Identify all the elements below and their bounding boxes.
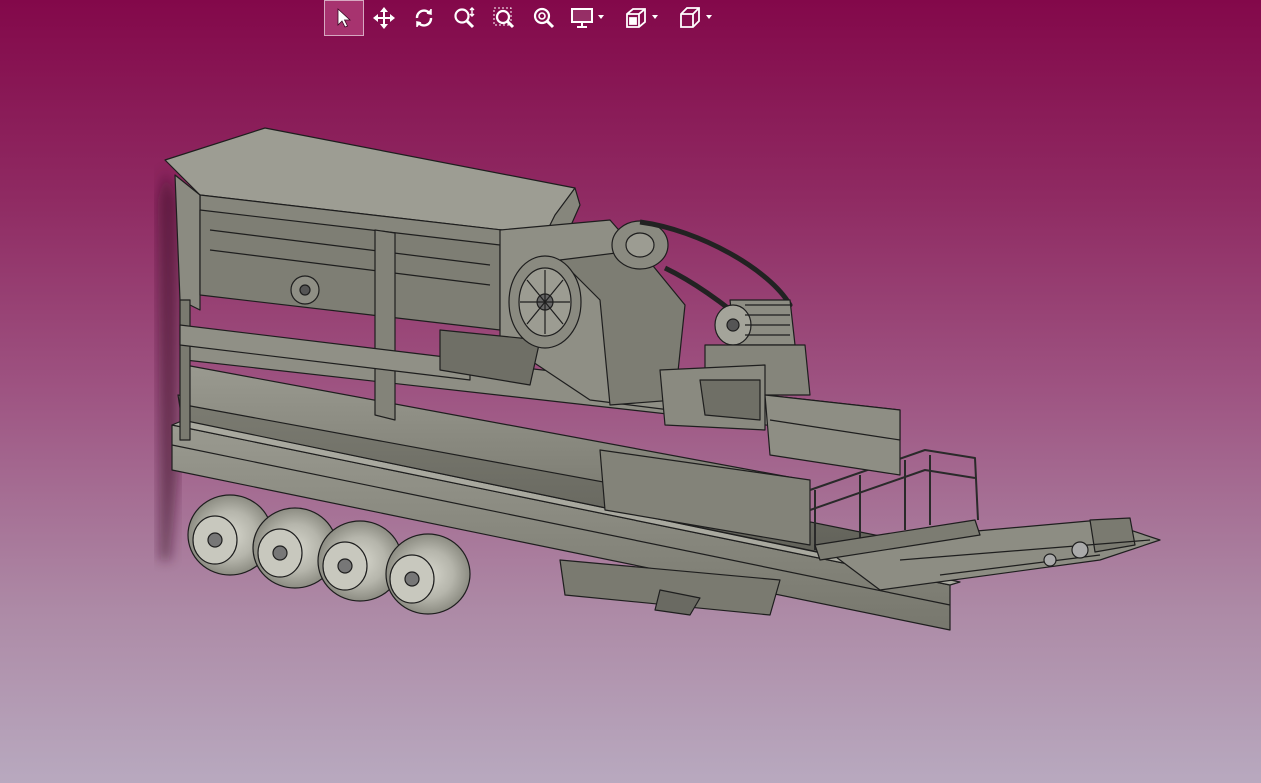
rotate-button[interactable] <box>404 0 444 36</box>
rotate-icon <box>415 9 433 27</box>
zoom-area-icon <box>493 7 515 29</box>
chevron-down-icon[interactable] <box>598 15 604 19</box>
select-button[interactable] <box>324 0 364 36</box>
view-toolbar <box>324 0 718 36</box>
move-arrows-icon <box>373 7 395 29</box>
zoom-fit-button[interactable] <box>524 0 564 36</box>
view-cube-icon <box>680 7 700 28</box>
crusher-model[interactable] <box>158 127 1161 631</box>
select-arrow-icon <box>337 8 352 28</box>
chevron-down-icon[interactable] <box>706 15 712 19</box>
view-orientation-button[interactable] <box>672 0 718 36</box>
zoom-fit-icon <box>533 7 555 29</box>
monitor-icon <box>571 8 593 28</box>
electric-motor <box>714 299 796 346</box>
3d-viewport[interactable] <box>0 0 1261 783</box>
pan-button[interactable] <box>364 0 404 36</box>
section-cube-icon <box>626 8 646 28</box>
zoom-dynamic-button[interactable] <box>444 0 484 36</box>
zoom-area-button[interactable] <box>484 0 524 36</box>
display-mode-button[interactable] <box>564 0 610 36</box>
chevron-down-icon[interactable] <box>652 15 658 19</box>
flywheel <box>508 255 582 349</box>
section-view-button[interactable] <box>618 0 664 36</box>
zoom-dynamic-icon <box>454 7 475 29</box>
